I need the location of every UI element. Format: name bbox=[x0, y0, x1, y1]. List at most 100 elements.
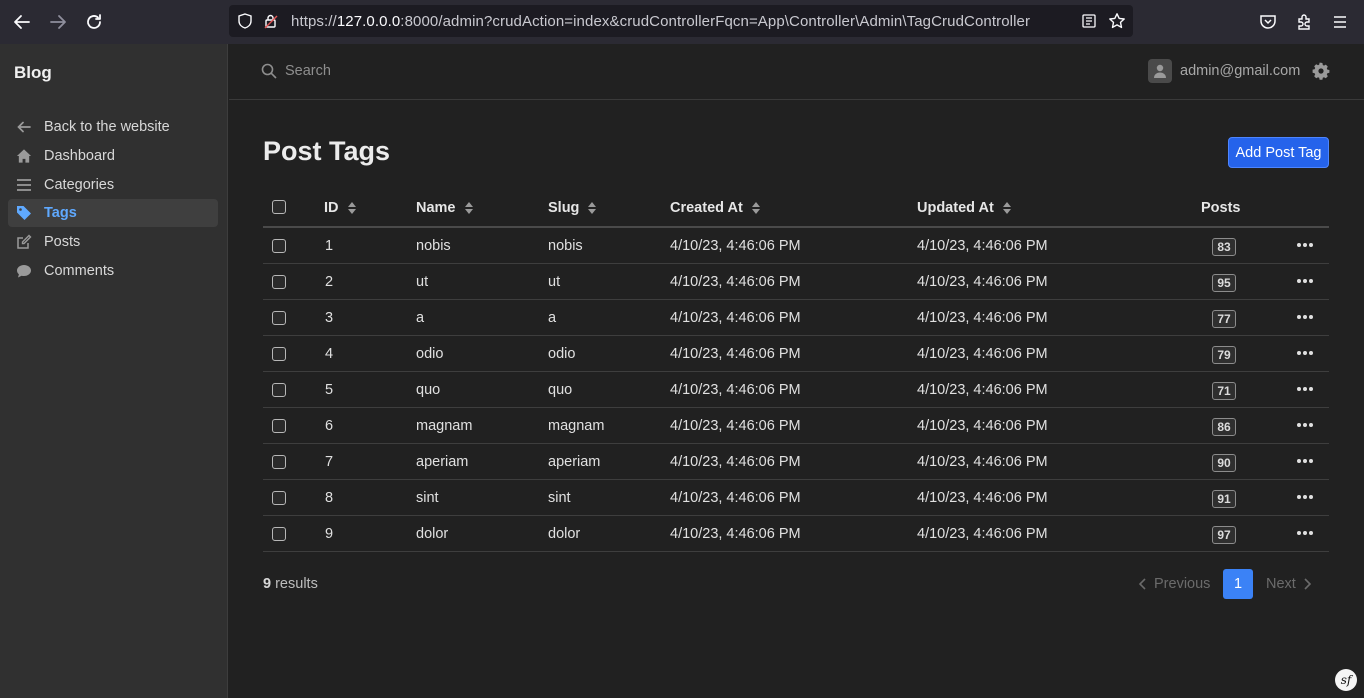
column-label: ID bbox=[324, 200, 339, 216]
cell-created-at: 4/10/23, 4:46:06 PM bbox=[670, 382, 801, 398]
cell-name: quo bbox=[416, 382, 441, 398]
reload-icon[interactable] bbox=[82, 10, 106, 34]
table-row: 7 aperiam aperiam 4/10/23, 4:46:06 PM 4/10/2… bbox=[263, 444, 1329, 480]
cell-slug: aperiam bbox=[548, 454, 601, 470]
cell-id: 2 bbox=[325, 274, 334, 290]
brand-title[interactable]: Blog bbox=[14, 63, 52, 83]
column-header-slug[interactable]: Slug bbox=[548, 200, 597, 216]
address-bar[interactable]: https://127.0.0.0:8000/admin?crudAction=… bbox=[229, 5, 1133, 37]
sidebar: Blog Back to the website Dashboard Categ… bbox=[0, 44, 228, 698]
home-icon bbox=[16, 148, 32, 164]
sidebar-item-label: Tags bbox=[44, 205, 77, 221]
sidebar-item-tags[interactable]: Tags bbox=[8, 199, 218, 227]
select-all-checkbox[interactable] bbox=[272, 200, 286, 214]
pagination-previous[interactable]: Previous bbox=[1138, 576, 1210, 592]
cell-id: 3 bbox=[325, 310, 334, 326]
cell-slug: ut bbox=[548, 274, 561, 290]
cell-name: odio bbox=[416, 346, 444, 362]
cell-name: sint bbox=[416, 490, 439, 506]
posts-count-badge: 71 bbox=[1212, 382, 1236, 400]
row-checkbox[interactable] bbox=[272, 275, 286, 289]
extensions-icon[interactable] bbox=[1294, 12, 1314, 32]
content-header: admin@gmail.com bbox=[229, 44, 1364, 100]
table-row: 3 a a 4/10/23, 4:46:06 PM 4/10/23, 4:46:06 P… bbox=[263, 300, 1329, 336]
cell-id: 5 bbox=[325, 382, 334, 398]
pagination-next[interactable]: Next bbox=[1266, 576, 1312, 592]
row-checkbox[interactable] bbox=[272, 239, 286, 253]
table-row: 6 magnam magnam 4/10/23, 4:46:06 PM 4/10/23,… bbox=[263, 408, 1329, 444]
menu-hamburger-icon[interactable] bbox=[1330, 12, 1350, 32]
row-checkbox[interactable] bbox=[272, 419, 286, 433]
posts-count-badge: 86 bbox=[1212, 418, 1236, 436]
row-checkbox[interactable] bbox=[272, 383, 286, 397]
search-icon bbox=[261, 63, 277, 79]
sidebar-item-comments[interactable]: Comments bbox=[8, 257, 218, 285]
posts-count-badge: 91 bbox=[1212, 490, 1236, 508]
sidebar-item-back-to-website[interactable]: Back to the website bbox=[8, 113, 218, 141]
sidebar-item-categories[interactable]: Categories bbox=[8, 171, 218, 199]
add-post-tag-button[interactable]: Add Post Tag bbox=[1228, 137, 1329, 168]
cell-updated-at: 4/10/23, 4:46:06 PM bbox=[917, 418, 1048, 434]
cell-updated-at: 4/10/23, 4:46:06 PM bbox=[917, 382, 1048, 398]
cell-updated-at: 4/10/23, 4:46:06 PM bbox=[917, 310, 1048, 326]
shield-icon[interactable] bbox=[235, 11, 255, 31]
symfony-toolbar-icon[interactable]: sf bbox=[1335, 669, 1357, 691]
lock-warning-icon[interactable] bbox=[261, 11, 281, 31]
forward-arrow-icon[interactable] bbox=[46, 10, 70, 34]
reader-view-icon[interactable] bbox=[1079, 11, 1099, 31]
cell-id: 6 bbox=[325, 418, 334, 434]
cell-created-at: 4/10/23, 4:46:06 PM bbox=[670, 454, 801, 470]
edit-icon bbox=[16, 234, 32, 250]
row-checkbox[interactable] bbox=[272, 527, 286, 541]
row-actions-ellipsis-icon[interactable] bbox=[1296, 236, 1314, 254]
row-checkbox[interactable] bbox=[272, 455, 286, 469]
row-actions-ellipsis-icon[interactable] bbox=[1296, 524, 1314, 542]
cell-name: aperiam bbox=[416, 454, 469, 470]
back-arrow-icon[interactable] bbox=[10, 10, 34, 34]
cell-created-at: 4/10/23, 4:46:06 PM bbox=[670, 310, 801, 326]
column-header-name[interactable]: Name bbox=[416, 200, 474, 216]
avatar[interactable] bbox=[1148, 59, 1172, 83]
url-host: 127.0.0.0 bbox=[336, 13, 401, 30]
search-input[interactable] bbox=[285, 58, 585, 84]
column-header-updated-at[interactable]: Updated At bbox=[917, 200, 1012, 216]
results-number: 9 bbox=[263, 576, 272, 592]
row-actions-ellipsis-icon[interactable] bbox=[1296, 344, 1314, 362]
row-checkbox[interactable] bbox=[272, 311, 286, 325]
row-actions-ellipsis-icon[interactable] bbox=[1296, 416, 1314, 434]
column-header-posts: Posts bbox=[1201, 200, 1241, 216]
row-checkbox[interactable] bbox=[272, 491, 286, 505]
column-label: Slug bbox=[548, 200, 580, 216]
column-header-id[interactable]: ID bbox=[324, 200, 357, 216]
sidebar-item-label: Posts bbox=[44, 234, 81, 250]
pagination-next-label: Next bbox=[1266, 576, 1296, 592]
pagination-current-page[interactable]: 1 bbox=[1223, 569, 1253, 599]
sidebar-item-label: Categories bbox=[44, 177, 115, 193]
posts-count-badge: 95 bbox=[1212, 274, 1236, 292]
sidebar-item-posts[interactable]: Posts bbox=[8, 228, 218, 256]
row-actions-ellipsis-icon[interactable] bbox=[1296, 272, 1314, 290]
bookmark-star-icon[interactable] bbox=[1107, 11, 1127, 31]
cell-slug: nobis bbox=[548, 238, 583, 254]
chevron-left-icon bbox=[1138, 578, 1146, 590]
row-actions-ellipsis-icon[interactable] bbox=[1296, 380, 1314, 398]
posts-count-badge: 83 bbox=[1212, 238, 1236, 256]
row-actions-ellipsis-icon[interactable] bbox=[1296, 308, 1314, 326]
row-actions-ellipsis-icon[interactable] bbox=[1296, 488, 1314, 506]
row-checkbox[interactable] bbox=[272, 347, 286, 361]
cell-created-at: 4/10/23, 4:46:06 PM bbox=[670, 418, 801, 434]
cell-created-at: 4/10/23, 4:46:06 PM bbox=[670, 346, 801, 362]
column-header-created-at[interactable]: Created At bbox=[670, 200, 761, 216]
sort-icon bbox=[1002, 202, 1011, 214]
table-row: 4 odio odio 4/10/23, 4:46:06 PM 4/10/23, 4:4… bbox=[263, 336, 1329, 372]
row-actions-ellipsis-icon[interactable] bbox=[1296, 452, 1314, 470]
cell-id: 4 bbox=[325, 346, 334, 362]
pocket-icon[interactable] bbox=[1258, 12, 1278, 32]
column-label: Posts bbox=[1201, 200, 1241, 216]
cell-updated-at: 4/10/23, 4:46:06 PM bbox=[917, 454, 1048, 470]
sidebar-item-dashboard[interactable]: Dashboard bbox=[8, 142, 218, 170]
sidebar-item-label: Back to the website bbox=[44, 119, 170, 135]
gear-icon[interactable] bbox=[1312, 62, 1330, 80]
cell-slug: magnam bbox=[548, 418, 605, 434]
user-email[interactable]: admin@gmail.com bbox=[1180, 63, 1300, 79]
